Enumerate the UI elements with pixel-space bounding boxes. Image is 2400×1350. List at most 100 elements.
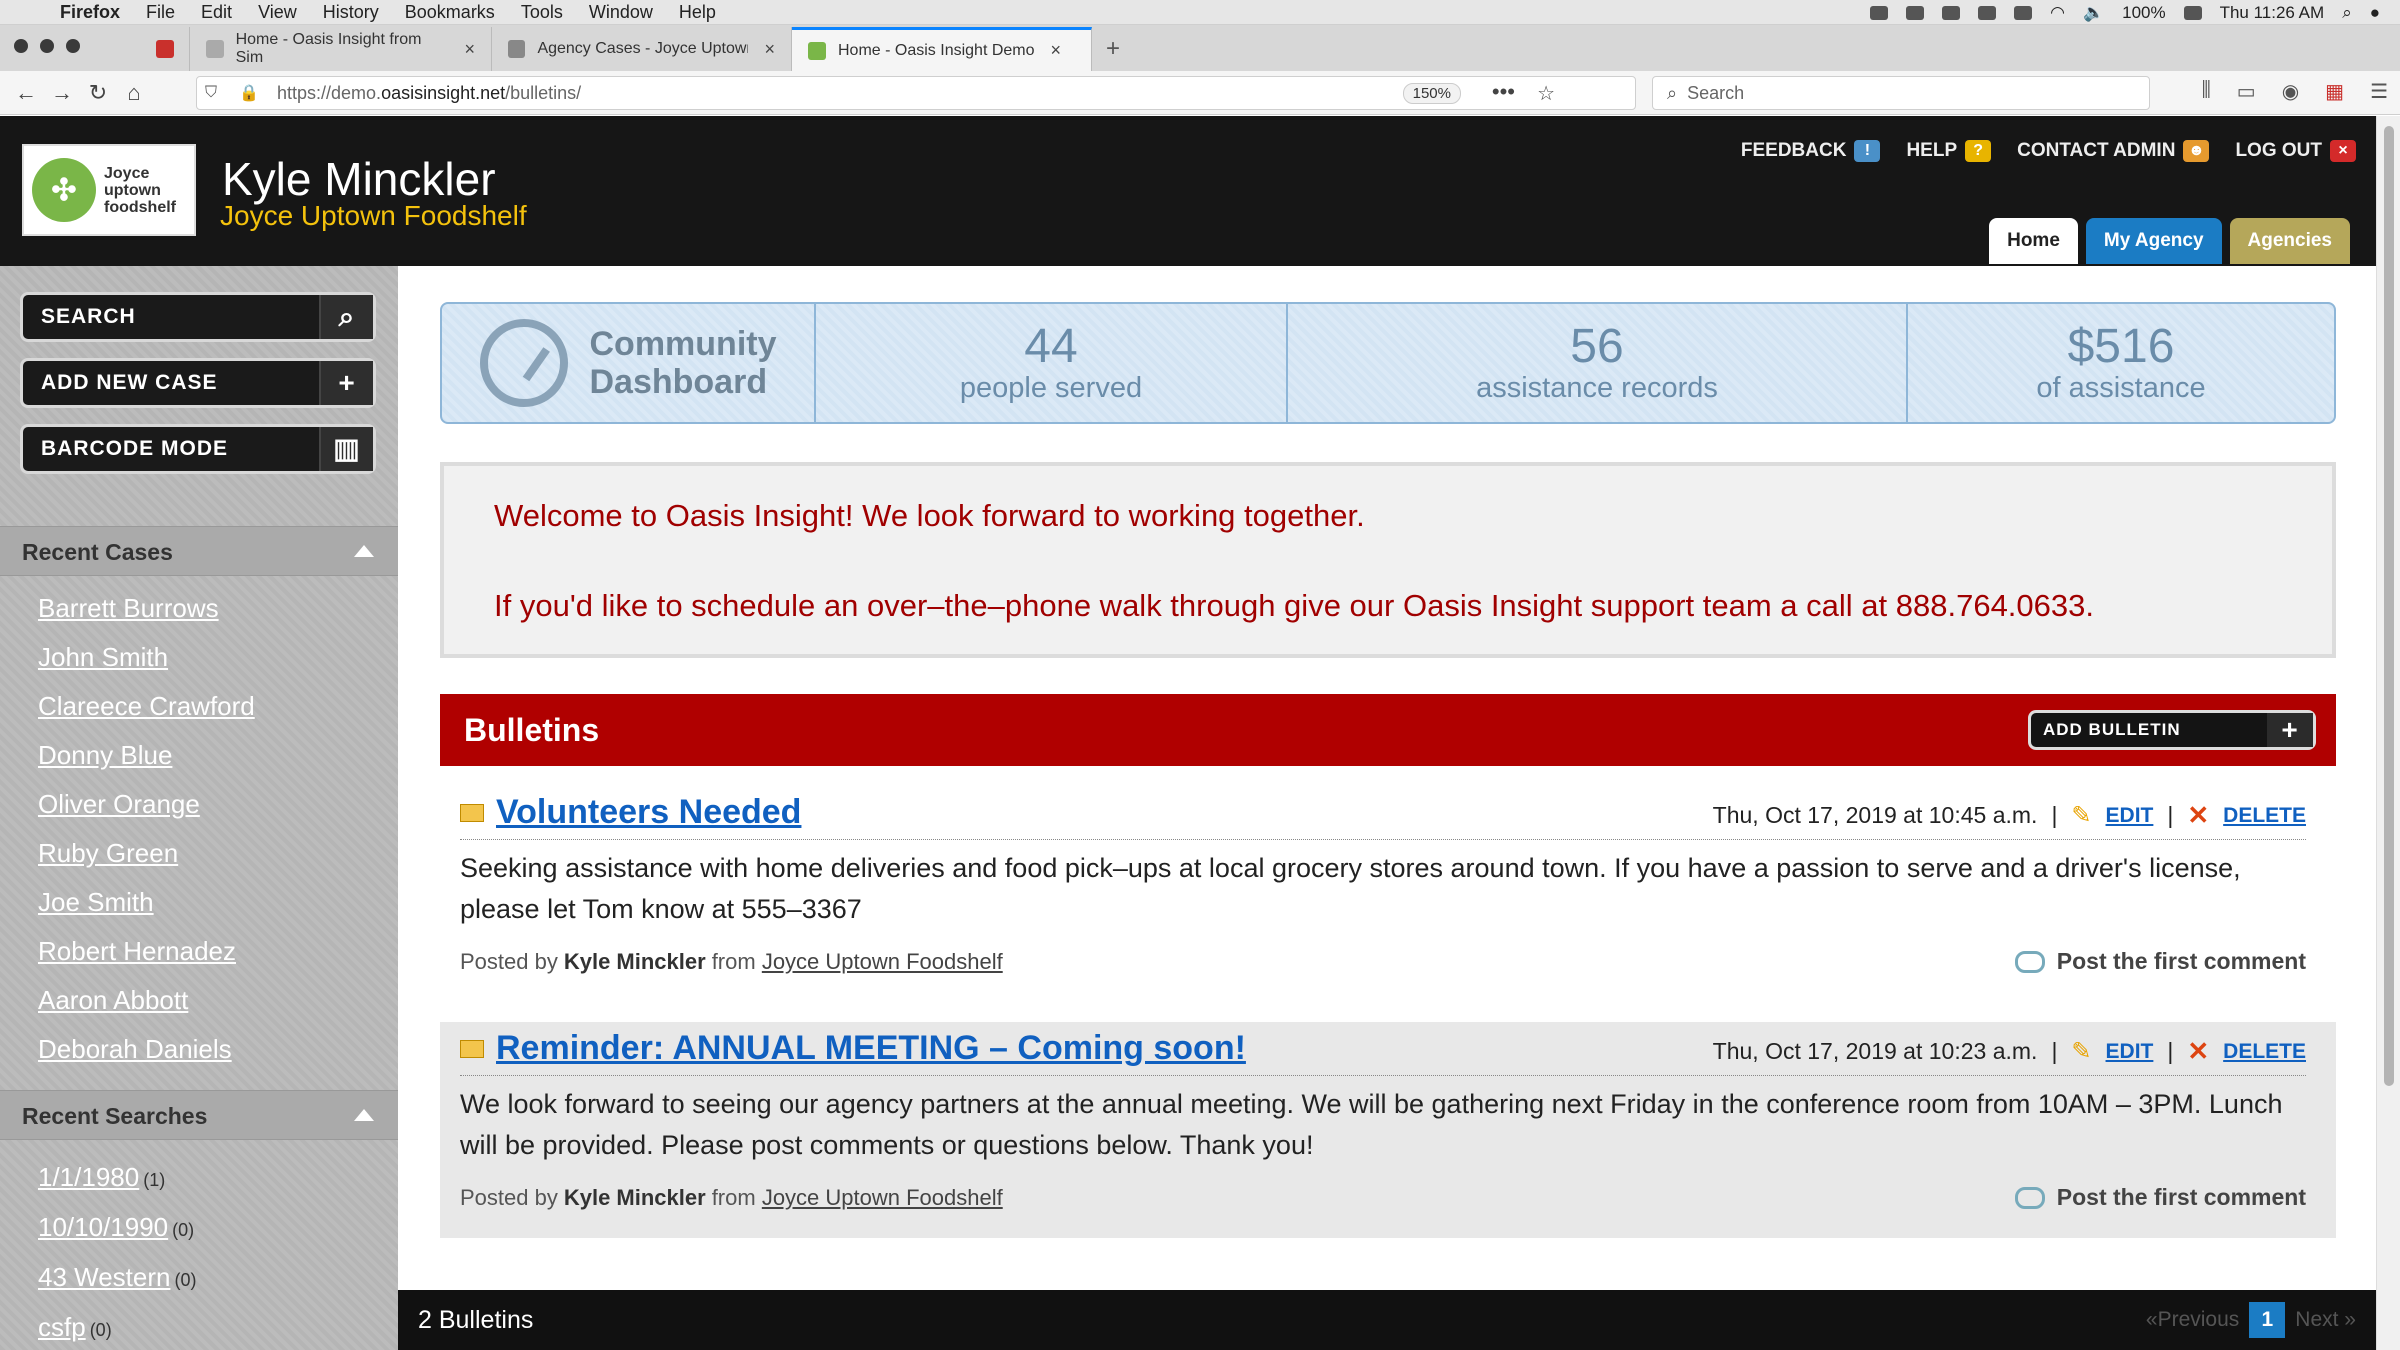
bulletin-title[interactable]: Reminder: ANNUAL MEETING – Coming soon! — [496, 1029, 1246, 1068]
volume-icon[interactable]: 🔈 — [2083, 3, 2104, 23]
recent-search-link[interactable]: csfp (0) — [38, 1302, 196, 1350]
close-tab-icon[interactable]: × — [764, 39, 775, 60]
tab-pinned[interactable] — [140, 27, 190, 71]
recent-case-link[interactable]: Clareece Crawford — [38, 682, 255, 731]
tab-agency-cases[interactable]: Agency Cases - Joyce Uptown × — [492, 27, 792, 71]
menu-bookmarks[interactable]: Bookmarks — [405, 2, 495, 23]
wifi-icon[interactable]: ◠ — [2050, 3, 2065, 23]
clock[interactable]: Thu 11:26 AM — [2220, 3, 2325, 23]
recent-cases-header[interactable]: Recent Cases — [0, 526, 398, 576]
recent-search-link[interactable]: 1/1/1980 (1) — [38, 1152, 196, 1202]
tray-icon[interactable] — [1906, 5, 1925, 20]
contact-admin-link[interactable]: CONTACT ADMIN ☻ — [2017, 140, 2221, 162]
recent-case-link[interactable]: Donny Blue — [38, 731, 255, 780]
tray-icon[interactable] — [1942, 5, 1961, 20]
menu-tools[interactable]: Tools — [521, 2, 563, 23]
account-icon[interactable]: ◉ — [2282, 79, 2299, 104]
page-scrollbar[interactable] — [2376, 116, 2400, 1350]
bookmark-star-icon[interactable]: ☆ — [1537, 81, 1555, 106]
url-bar[interactable]: ⛉ 🔒 https://demo.oasisinsight.net/bullet… — [196, 76, 1636, 110]
menu-window[interactable]: Window — [589, 2, 653, 23]
search-button[interactable]: SEARCH ⌕ — [20, 292, 376, 342]
recent-search-link[interactable]: 43 Western (0) — [38, 1252, 196, 1302]
pencil-icon[interactable]: ✎ — [2071, 801, 2091, 830]
delete-link[interactable]: DELETE — [2223, 1040, 2306, 1064]
scrollbar-thumb[interactable] — [2384, 126, 2394, 1086]
feedback-link[interactable]: FEEDBACK! — [1741, 140, 1893, 162]
collapse-icon[interactable] — [354, 1109, 374, 1121]
edit-link[interactable]: EDIT — [2106, 804, 2154, 828]
bulletin-title[interactable]: Volunteers Needed — [496, 793, 801, 832]
tab-agencies[interactable]: Agencies — [2229, 218, 2350, 264]
siri-icon[interactable]: ● — [2370, 3, 2380, 23]
shield-icon[interactable]: ⛉ — [205, 84, 227, 102]
next-page-link[interactable]: Next » — [2295, 1290, 2356, 1350]
user-name: Kyle Minckler — [222, 153, 496, 205]
recent-case-link[interactable]: Robert Hernadez — [38, 927, 255, 976]
collapse-icon[interactable] — [354, 545, 374, 557]
minimize-window-icon[interactable] — [40, 39, 54, 53]
prev-page-link[interactable]: «Previous — [2146, 1290, 2239, 1350]
page-actions-icon[interactable]: ••• — [1492, 79, 1515, 105]
menu-file[interactable]: File — [146, 2, 175, 23]
menu-view[interactable]: View — [258, 2, 297, 23]
reload-icon[interactable]: ↻ — [80, 80, 116, 106]
recent-case-link[interactable]: Oliver Orange — [38, 780, 255, 829]
tab-home[interactable]: Home — [1989, 218, 2078, 264]
pencil-icon[interactable]: ✎ — [2071, 1037, 2091, 1066]
delete-x-icon[interactable]: ✕ — [2187, 1036, 2209, 1067]
help-link[interactable]: HELP? — [1906, 140, 2003, 162]
bulletin-agency-link[interactable]: Joyce Uptown Foodshelf — [762, 949, 1003, 975]
delete-link[interactable]: DELETE — [2223, 804, 2306, 828]
extension-icon[interactable]: ▦ — [2325, 79, 2344, 104]
edit-link[interactable]: EDIT — [2106, 1040, 2154, 1064]
tray-icon[interactable] — [1870, 5, 1889, 20]
zoom-level[interactable]: 150% — [1402, 83, 1461, 104]
recent-searches-header[interactable]: Recent Searches — [0, 1090, 398, 1140]
sidebar-icon[interactable]: ▭ — [2237, 79, 2256, 104]
comment-bubble-icon — [2014, 950, 2045, 973]
recent-case-link[interactable]: Ruby Green — [38, 829, 255, 878]
new-tab-icon[interactable]: + — [1106, 27, 1120, 71]
bulletin-item: Volunteers Needed Thu, Oct 17, 2019 at 1… — [440, 786, 2336, 1016]
menu-history[interactable]: History — [323, 2, 379, 23]
tab-home-oasis-demo[interactable]: Home - Oasis Insight Demo × — [792, 27, 1092, 71]
menu-edit[interactable]: Edit — [201, 2, 232, 23]
recent-search-link[interactable]: 10/10/1990 (0) — [38, 1202, 196, 1252]
recent-case-link[interactable]: John Smith — [38, 633, 255, 682]
post-comment-link[interactable]: Post the first comment — [2014, 1184, 2306, 1211]
recent-case-link[interactable]: Barrett Burrows — [38, 584, 255, 633]
bulletin-agency-link[interactable]: Joyce Uptown Foodshelf — [762, 1185, 1003, 1211]
spotlight-icon[interactable]: ⌕ — [2342, 3, 2352, 23]
agency-logo[interactable]: ✣ Joyce uptown foodshelf — [22, 144, 196, 236]
search-bar[interactable]: ⌕ Search — [1652, 76, 2150, 110]
url-text[interactable]: https://demo.oasisinsight.net/bulletins/ — [277, 83, 581, 104]
recent-case-link[interactable]: Aaron Abbott — [38, 976, 255, 1025]
menu-icon[interactable]: ☰ — [2370, 79, 2388, 104]
delete-x-icon[interactable]: ✕ — [2187, 800, 2209, 831]
tray-icon[interactable] — [2014, 5, 2033, 20]
barcode-mode-button[interactable]: BARCODE MODE ▥ — [20, 424, 376, 474]
recent-case-link[interactable]: Joe Smith — [38, 878, 255, 927]
post-comment-link[interactable]: Post the first comment — [2014, 948, 2306, 975]
logout-link[interactable]: LOG OUT × — [2235, 140, 2356, 162]
menu-help[interactable]: Help — [679, 2, 716, 23]
close-tab-icon[interactable]: × — [464, 39, 475, 60]
add-bulletin-button[interactable]: ADD BULLETIN + — [2028, 710, 2316, 750]
home-icon[interactable]: ⌂ — [116, 80, 152, 106]
recent-case-link[interactable]: Deborah Daniels — [38, 1025, 255, 1074]
menu-app[interactable]: Firefox — [60, 2, 120, 23]
battery-icon[interactable] — [2183, 5, 2202, 20]
library-icon[interactable]: ⫼ — [2202, 79, 2211, 104]
tab-my-agency[interactable]: My Agency — [2085, 218, 2222, 264]
forward-icon[interactable]: → — [44, 80, 80, 106]
maximize-window-icon[interactable] — [66, 39, 80, 53]
close-tab-icon[interactable]: × — [1051, 40, 1062, 61]
tab-home-oasis-sim[interactable]: Home - Oasis Insight from Sim × — [190, 27, 492, 71]
current-page[interactable]: 1 — [2249, 1302, 2286, 1338]
add-new-case-button[interactable]: ADD NEW CASE + — [20, 358, 376, 408]
back-icon[interactable]: ← — [8, 80, 44, 106]
tray-icon[interactable] — [1978, 5, 1997, 20]
close-window-icon[interactable] — [14, 39, 28, 53]
lock-icon[interactable]: 🔒 — [239, 83, 261, 103]
